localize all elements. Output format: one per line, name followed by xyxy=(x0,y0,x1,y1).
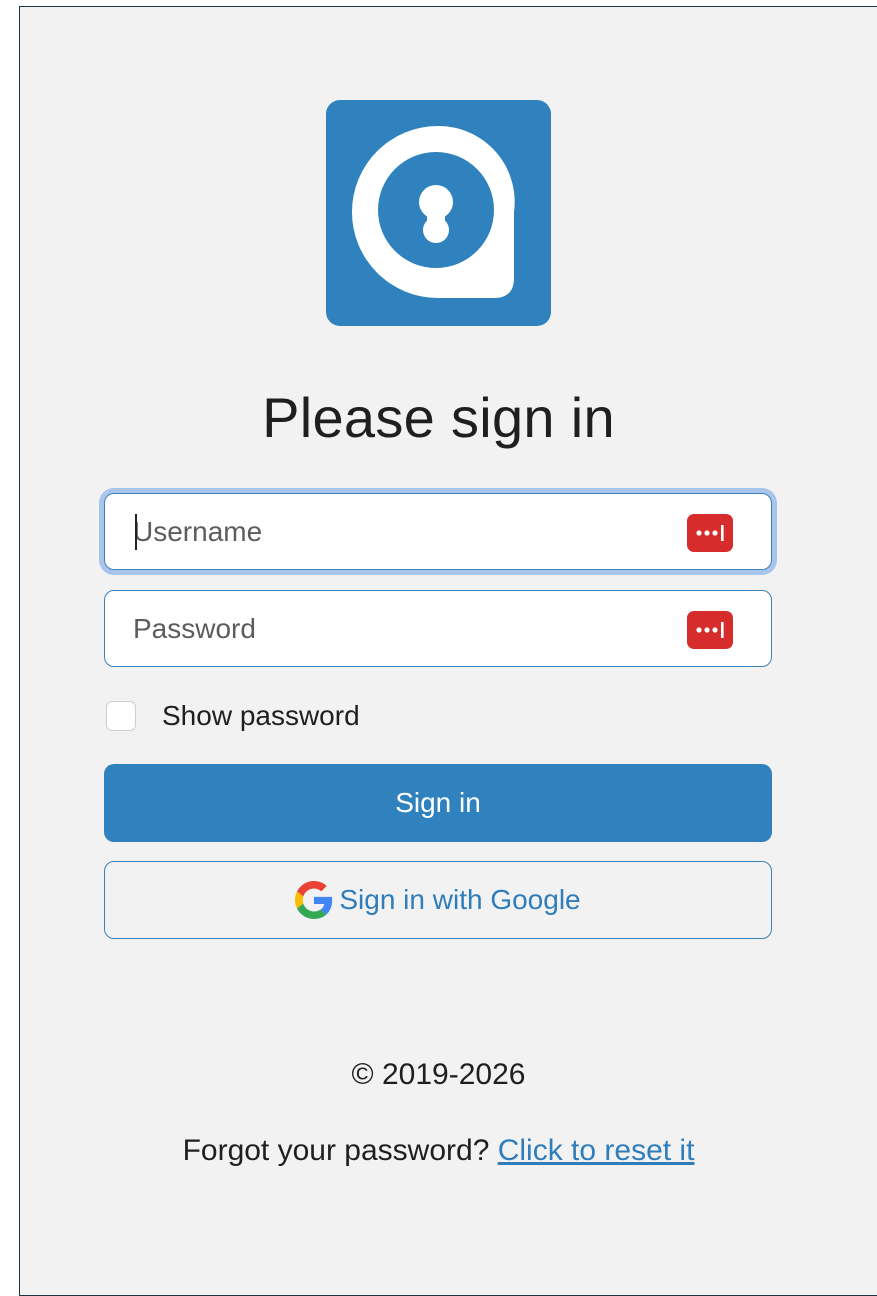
show-password-label[interactable]: Show password xyxy=(162,700,360,732)
copyright: © 2019-2026 xyxy=(351,1058,526,1091)
reset-password-link[interactable]: Click to reset it xyxy=(498,1134,695,1167)
sign-in-button[interactable]: Sign in xyxy=(104,764,772,842)
password-field[interactable] xyxy=(104,590,772,667)
forgot-password-prompt: Forgot your password? xyxy=(182,1134,490,1167)
forgot-password-line: Forgot your password? Click to reset it xyxy=(0,1134,877,1168)
show-password-row[interactable]: Show password xyxy=(106,697,360,735)
google-button-label: Sign in with Google xyxy=(339,884,581,915)
password-input[interactable] xyxy=(133,591,673,666)
page-title: Please sign in xyxy=(262,386,615,449)
username-input[interactable] xyxy=(133,494,673,569)
lock-keyhole-logo-icon xyxy=(326,100,551,326)
username-field[interactable] xyxy=(104,493,772,570)
text-cursor xyxy=(135,514,137,550)
sign-in-with-google-button[interactable]: Sign in with Google xyxy=(104,861,772,939)
password-manager-icon[interactable] xyxy=(687,611,733,649)
app-logo xyxy=(326,100,551,326)
password-manager-icon[interactable] xyxy=(687,514,733,552)
show-password-checkbox[interactable] xyxy=(106,701,136,731)
google-g-icon xyxy=(295,881,333,919)
